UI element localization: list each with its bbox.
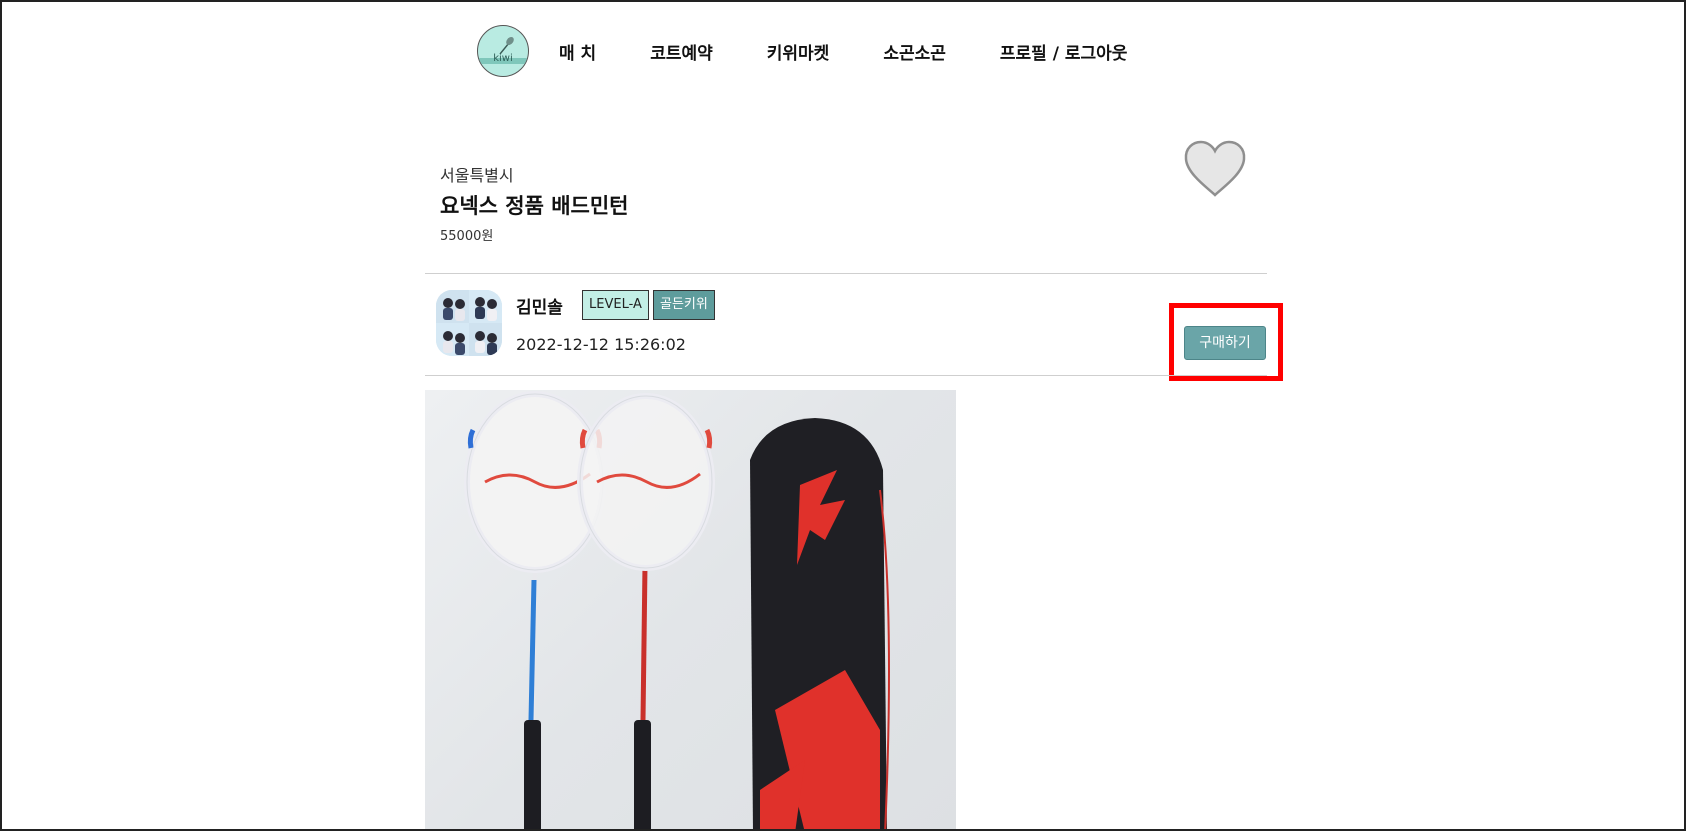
product-region: 서울특별시 [440,166,514,185]
logo-text: kiwi [493,53,513,64]
nav-kiwi-market[interactable]: 키위마켓 [767,39,830,64]
seller-name: 김민솔 [516,298,563,318]
nav-court-reservation[interactable]: 코트예약 [650,39,713,64]
product-image [425,390,956,829]
nav-whisper[interactable]: 소곤소곤 [883,39,946,64]
level-badge: LEVEL-A [582,290,649,320]
rank-badge: 골든키위 [653,290,715,320]
nav-match[interactable]: 매 치 [559,39,596,64]
divider [425,375,1267,376]
heart-icon [1184,140,1246,197]
divider [425,273,1267,274]
badminton-logo-icon [478,36,528,64]
post-timestamp: 2022-12-12 15:26:02 [516,335,686,354]
browser-frame: kiwi 매 치 코트예약 키위마켓 소곤소곤 프로필 / 로그아웃 서울특별시… [0,0,1686,831]
product-title: 요넥스 정품 배드민턴 [440,194,629,218]
nav-profile-logout[interactable]: 프로필 / 로그아웃 [1000,39,1128,64]
logo[interactable]: kiwi [477,25,529,77]
seller-avatar [436,290,502,356]
product-price: 55000원 [440,229,494,244]
like-button[interactable] [1183,140,1247,202]
top-nav: kiwi 매 치 코트예약 키위마켓 소곤소곤 프로필 / 로그아웃 [477,24,1127,78]
buy-button[interactable]: 구매하기 [1184,326,1266,360]
